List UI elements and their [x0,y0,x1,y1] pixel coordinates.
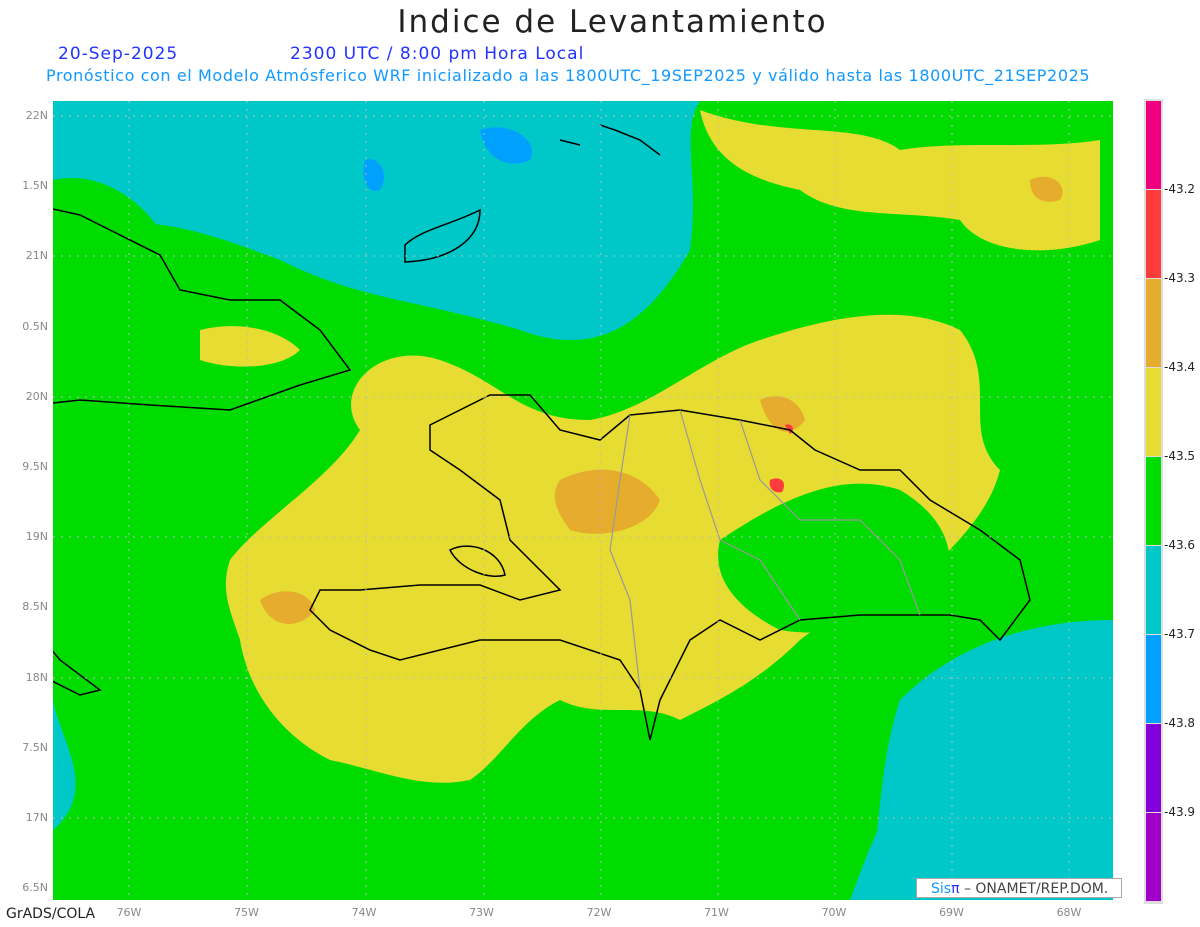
lon-label: 69W [939,906,964,919]
lat-label: 0.5N [22,319,48,333]
lat-label: 22N [25,109,48,122]
lat-label: 17N [25,811,48,824]
colorbar-label: -43.8 [1164,716,1196,730]
colorbar-swatch [1146,813,1161,901]
grads-credit: GrADS/COLA [6,906,96,922]
lon-label: 76W [116,906,142,919]
lat-label: 1.5N [22,179,48,193]
colorbar-label: -43.6 [1164,538,1196,552]
colorbar-label: -43.5 [1164,449,1196,463]
lat-label: 19N [25,530,48,544]
colorbar-swatch [1146,457,1161,545]
colorbar-swatch [1146,546,1161,634]
colorbar-swatch [1146,279,1161,367]
lat-label: 18N [25,670,48,684]
lat-label: 21N [25,249,48,263]
colorbar-label: -43.9 [1164,805,1196,819]
lat-label: 6.5N [22,881,48,895]
lon-label: 73W [469,906,494,919]
lon-label: 72W [586,906,612,919]
colorbar-swatch [1146,635,1161,723]
lat-label: 9.5N [22,460,48,473]
lon-label: 71W [704,906,729,919]
lat-label: 8.5N [22,600,48,614]
lon-label: 70W [821,906,847,919]
lat-label: 20N [25,389,48,403]
credit-text: – ONAMET/REP.DOM. [959,881,1109,897]
lifted-index-map [53,99,1163,904]
colorbar-swatch [1146,190,1161,278]
colorbar-swatch [1146,724,1161,812]
colorbar-label: -43.2 [1164,182,1196,196]
colorbar-label: -43.4 [1164,360,1196,374]
colorbar-swatch [1146,101,1161,189]
colorbar [1144,99,1163,904]
colorbar-swatch [1146,368,1161,456]
sis-logo-text: Sis [931,881,952,897]
colorbar-label: -43.3 [1164,271,1196,285]
lon-label: 75W [234,906,259,919]
onamet-credit-box: Sisπ – ONAMET/REP.DOM. [916,878,1122,898]
lon-label: 74W [351,906,377,919]
pi-logo-icon: π [951,881,960,897]
lat-label: 7.5N [22,740,48,754]
colorbar-label: -43.7 [1164,627,1196,641]
lon-label: 68W [1056,906,1082,919]
